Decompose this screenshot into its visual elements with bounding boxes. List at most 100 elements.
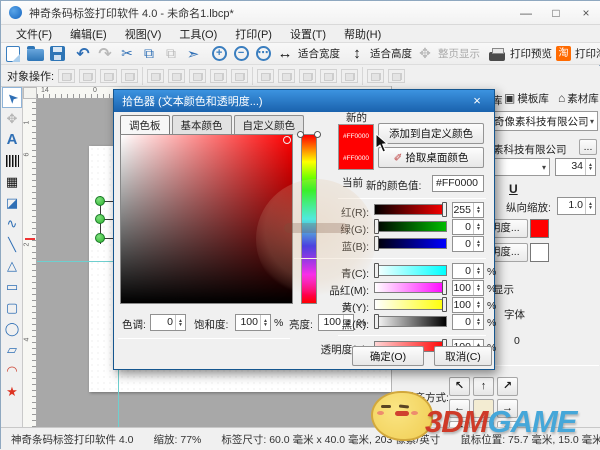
company-dropdown[interactable]: 奇像素科技有限公司 ▾	[490, 111, 598, 131]
green-slider[interactable]	[374, 221, 447, 232]
cyan-spinner[interactable]: 0▲▼	[452, 263, 484, 279]
yellow-spinner[interactable]: 100▲▼	[452, 297, 484, 313]
fit-height-button[interactable]: 适合高度	[370, 46, 412, 61]
menu-edit[interactable]: 编辑(E)	[61, 25, 116, 43]
undo-icon[interactable]: ↶	[74, 45, 92, 63]
arc-text-tool-icon[interactable]: ◠	[2, 360, 22, 381]
pan-tool-icon[interactable]: ✥	[2, 108, 22, 129]
qrcode-tool-icon[interactable]: ▦	[2, 171, 22, 192]
menu-settings[interactable]: 设置(T)	[281, 25, 335, 43]
spinner-arrows-icon[interactable]: ▲▼	[585, 198, 595, 214]
material-library-button[interactable]: ⌂ 素材库	[558, 89, 600, 107]
align-right-button[interactable]: →	[497, 399, 518, 418]
ok-button[interactable]: 确定(O)	[352, 346, 424, 366]
black-slider[interactable]	[374, 316, 447, 327]
menu-view[interactable]: 视图(V)	[116, 25, 171, 43]
vertical-scale-spinner[interactable]: 1.0 ▲▼	[557, 197, 596, 215]
spinner-arrows-icon[interactable]: ▲▼	[473, 220, 483, 234]
spinner-arrows-icon[interactable]: ▲▼	[473, 281, 483, 295]
spinner-arrows-icon[interactable]: ▲▼	[473, 237, 483, 251]
font-size-spinner[interactable]: 34 ▲▼	[555, 158, 596, 176]
spinner-arrows-icon[interactable]: ▲▼	[175, 315, 185, 330]
menu-print[interactable]: 打印(P)	[226, 25, 281, 43]
add-custom-color-button[interactable]: 添加到自定义颜色	[378, 123, 484, 144]
yellow-slider[interactable]	[374, 299, 447, 310]
line-tool-icon[interactable]: ╲	[2, 234, 22, 255]
spinner-arrows-icon[interactable]: ▲▼	[473, 264, 483, 278]
spinner-arrows-icon[interactable]: ▲▼	[473, 203, 483, 217]
select-tool-icon[interactable]: ➤	[2, 87, 22, 108]
ellipse-tool-icon[interactable]: ◯	[2, 318, 22, 339]
magenta-spinner[interactable]: 100▲▼	[452, 280, 484, 296]
tab-basic-colors[interactable]: 基本颜色	[172, 115, 232, 135]
close-button[interactable]: ×	[571, 3, 600, 23]
saturation-square[interactable]	[120, 134, 293, 304]
tab-custom-colors[interactable]: 自定义颜色	[234, 115, 305, 135]
underline-button[interactable]: U	[509, 182, 518, 196]
triangle-tool-icon[interactable]: △	[2, 255, 22, 276]
align-center-button[interactable]	[473, 399, 494, 418]
align-center-h-icon[interactable]	[168, 69, 185, 83]
align-right-icon[interactable]	[231, 69, 248, 83]
star-tool-icon[interactable]: ★	[2, 381, 22, 402]
spinner-arrows-icon[interactable]: ▲▼	[473, 315, 483, 329]
zoom-in-icon[interactable]: +	[210, 45, 228, 63]
save-file-icon[interactable]	[48, 45, 66, 63]
dialog-close-button[interactable]: ×	[466, 92, 488, 110]
pick-desktop-color-button[interactable]: ✐ 拾取桌面颜色	[378, 147, 484, 168]
rectangle-tool-icon[interactable]: ▭	[2, 276, 22, 297]
align-bottom-icon[interactable]	[278, 69, 295, 83]
tab-palette[interactable]: 调色板	[120, 115, 170, 135]
blue-slider[interactable]	[374, 238, 447, 249]
ungroup-icon[interactable]	[100, 69, 117, 83]
align-up-left-button[interactable]: ↖	[449, 377, 470, 396]
same-size-icon[interactable]	[341, 69, 358, 83]
black-spinner[interactable]: 0▲▼	[452, 314, 484, 330]
open-file-icon[interactable]	[26, 45, 44, 63]
rounded-rect-tool-icon[interactable]: ▢	[2, 297, 22, 318]
hue-handle-left[interactable]	[297, 131, 304, 138]
more-button[interactable]: ...	[579, 139, 597, 155]
menu-help[interactable]: 帮助(H)	[335, 25, 390, 43]
align-left-icon[interactable]	[147, 69, 164, 83]
saturation-spinner[interactable]: 100▲▼	[235, 314, 271, 331]
align-up-button[interactable]: ↑	[473, 377, 494, 396]
image-tool-icon[interactable]: ◪	[2, 192, 22, 213]
group-icon[interactable]	[79, 69, 96, 83]
selection-handle[interactable]	[95, 233, 105, 243]
spinner-arrows-icon[interactable]: ▲▼	[473, 298, 483, 312]
menu-file[interactable]: 文件(F)	[7, 25, 61, 43]
minimize-button[interactable]: —	[511, 3, 541, 23]
dialog-title-bar[interactable]: 拾色器 (文本颜色和透明度...)	[114, 90, 494, 112]
fit-width-button[interactable]: 适合宽度	[298, 46, 340, 61]
magenta-slider[interactable]	[374, 282, 447, 293]
copy-icon[interactable]: ⧉	[140, 45, 158, 63]
background-color-swatch[interactable]	[530, 243, 549, 262]
cyan-slider[interactable]	[374, 265, 447, 276]
maximize-button[interactable]: □	[541, 3, 571, 23]
print-taobao-button[interactable]: 打印淘宝天猫订单	[575, 46, 600, 61]
polygon-tool-icon[interactable]: ▱	[2, 339, 22, 360]
template-library-button[interactable]: ▣ 模板库	[504, 89, 555, 107]
align-top-icon[interactable]	[257, 69, 274, 83]
blue-spinner[interactable]: 0▲▼	[452, 236, 484, 252]
print-preview-icon[interactable]	[488, 45, 506, 63]
barcode-tool-icon[interactable]	[2, 150, 22, 171]
new-color-value-input[interactable]: #FF0000	[432, 175, 484, 192]
same-width-icon[interactable]	[299, 69, 316, 83]
text-tool-icon[interactable]: A	[2, 129, 22, 150]
font-color-swatch[interactable]	[530, 219, 549, 238]
new-file-icon[interactable]	[4, 45, 22, 63]
redo-icon[interactable]: ↷	[96, 45, 114, 63]
full-page-button[interactable]: 整页显示	[438, 46, 480, 61]
print-preview-button[interactable]: 打印预览	[510, 46, 552, 61]
align-center-v-icon[interactable]	[189, 69, 206, 83]
selection-handle[interactable]	[95, 196, 105, 206]
spinner-arrows-icon[interactable]: ▲▼	[585, 159, 595, 175]
hue-handle-right[interactable]	[314, 131, 321, 138]
align-up-right-button[interactable]: ↗	[497, 377, 518, 396]
pick-tool-icon[interactable]: ➣	[184, 45, 202, 63]
curve-tool-icon[interactable]: ∿	[2, 213, 22, 234]
zoom-custom-icon[interactable]: ⋯	[254, 45, 272, 63]
selection-handle[interactable]	[95, 214, 105, 224]
